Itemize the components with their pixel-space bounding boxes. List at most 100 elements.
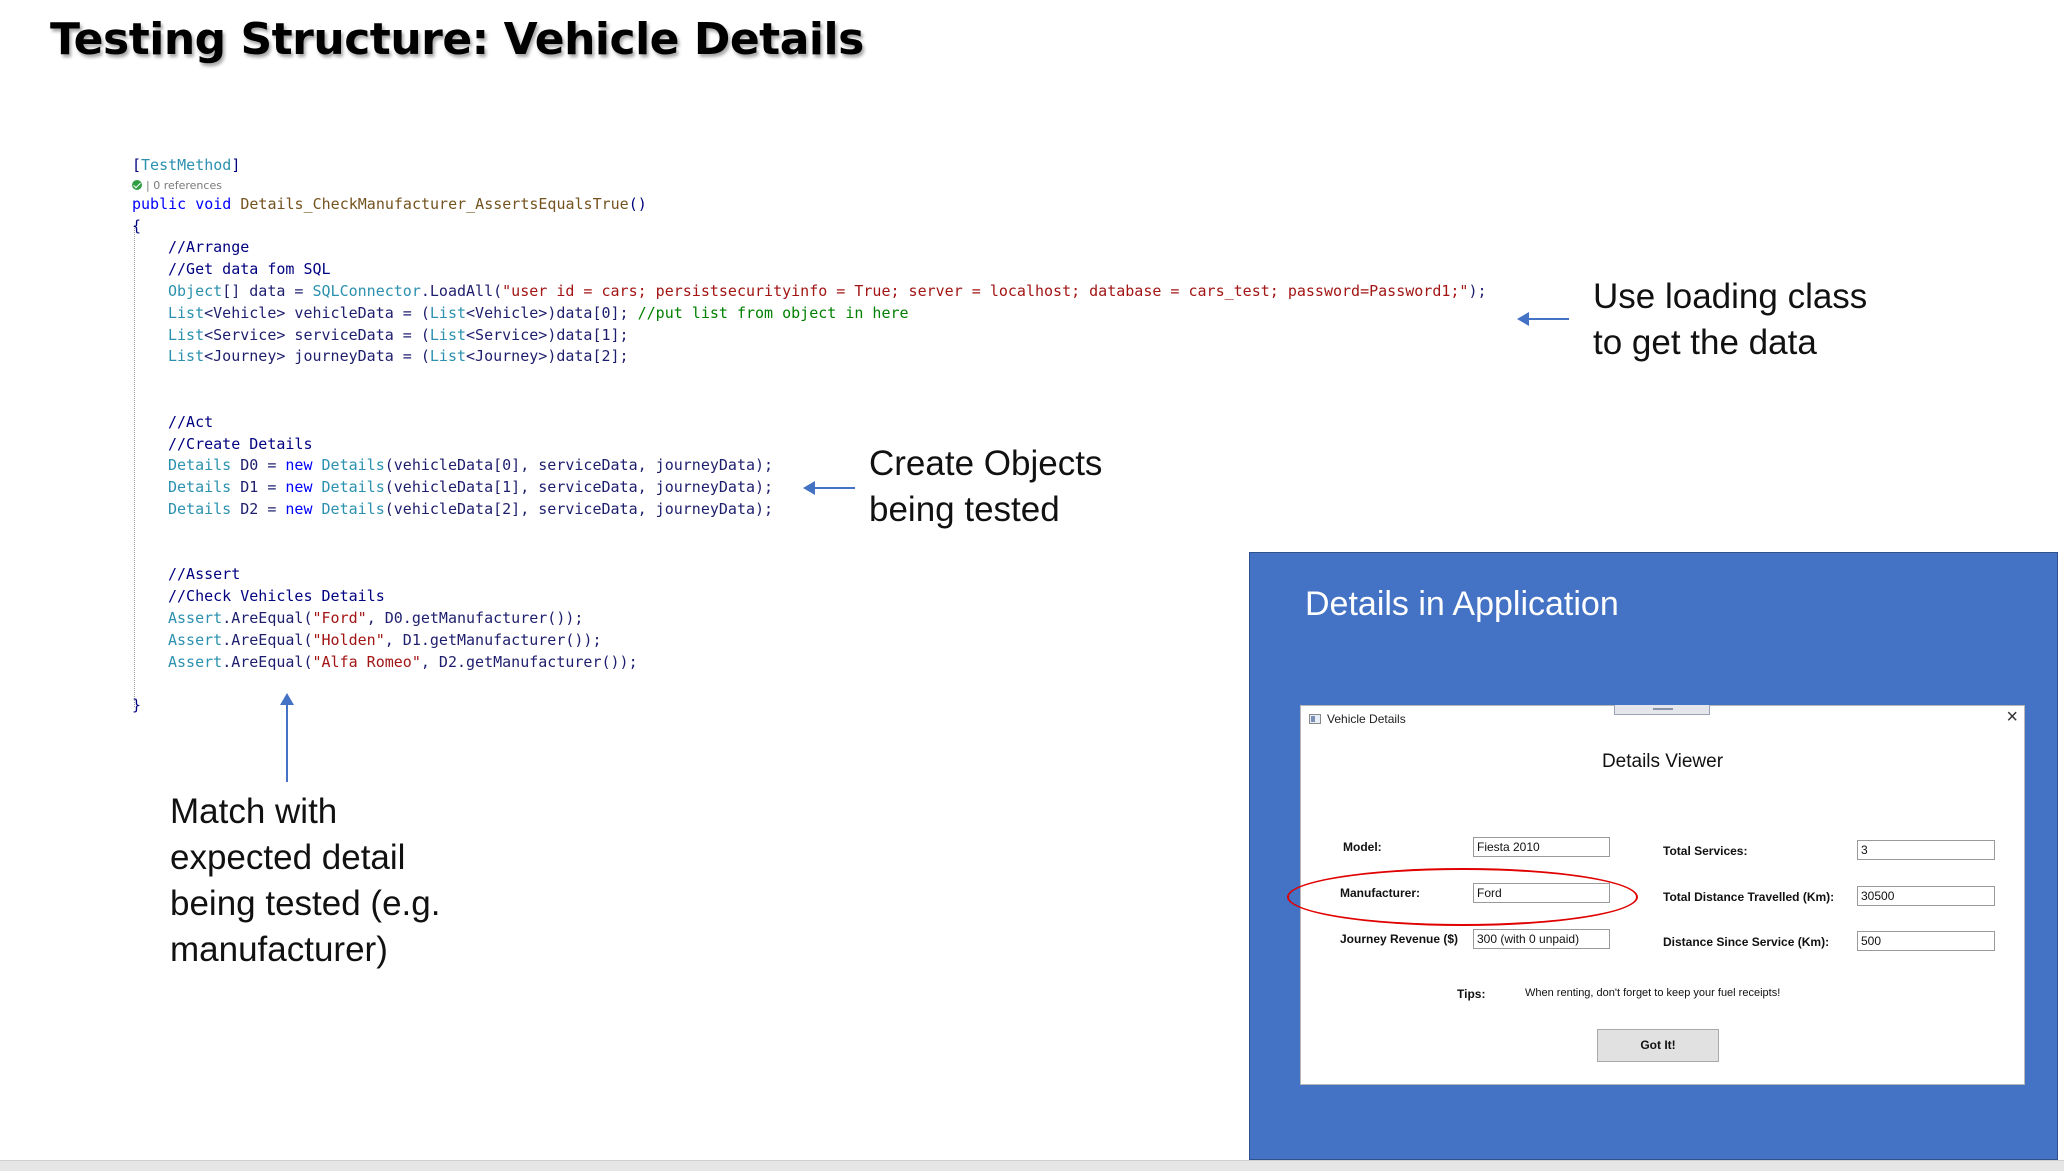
details-panel: Details in Application Vehicle Details ×… (1249, 552, 2058, 1160)
window-icon (1309, 714, 1321, 724)
code-text: , D1.getManufacturer()); (384, 630, 602, 649)
annotation-text: expected detail (170, 838, 406, 877)
code-text: .AreEqual( (222, 652, 313, 671)
code-text: D2 = (231, 499, 286, 518)
got-it-button[interactable]: Got It! (1597, 1029, 1719, 1062)
code-line-d0: Details D0 = new Details(vehicleData[0],… (132, 455, 1552, 477)
attribute-name: TestMethod (141, 156, 232, 174)
code-text: serviceData = ( (285, 325, 430, 344)
annotation-text: Use loading class (1593, 277, 1868, 316)
code-gap (132, 390, 1552, 412)
slide-title: Testing Structure: Vehicle Details (50, 14, 864, 65)
journey-revenue-label: Journey Revenue ($) (1340, 932, 1459, 946)
code-comment-getdata: //Get data fom SQL (168, 260, 331, 279)
tips-label: Tips: (1457, 987, 1486, 1001)
total-services-field[interactable]: 3 (1857, 840, 1995, 860)
annotation-text: Create Objects (869, 444, 1103, 483)
type-arg: <Journey> (204, 347, 286, 366)
tips-text: When renting, don't forget to keep your … (1525, 987, 1781, 999)
distance-since-service-label: Distance Since Service (Km): (1663, 935, 1830, 949)
arrow-left-icon (1517, 312, 1569, 326)
string-literal: "user id = cars; persistsecurityinfo = T… (502, 281, 1469, 300)
manufacturer-highlight (1287, 868, 1638, 926)
viewer-heading: Details Viewer (1601, 751, 1724, 772)
window-drag-handle[interactable] (1614, 705, 1710, 715)
annotation-text: being tested (869, 490, 1060, 529)
close-icon[interactable]: × (2006, 706, 2018, 729)
code-text: .AreEqual( (222, 630, 313, 649)
arrow-left-icon (803, 481, 855, 495)
total-services-label: Total Services: (1663, 844, 1748, 858)
type: List (429, 303, 467, 322)
method-name: Details_CheckManufacturer_AssertsEqualsT… (240, 194, 629, 213)
annotation-loading: Use loading class to get the data (1593, 274, 1867, 366)
type-arg: <Service> (466, 325, 548, 344)
code-text: (vehicleData[2], serviceData, journeyDat… (384, 499, 774, 518)
code-line-loadall: Object[] data = SQLConnector.LoadAll("us… (132, 281, 1552, 303)
type: List (168, 347, 205, 366)
type: List (429, 347, 467, 366)
check-icon (132, 179, 142, 190)
code-line-journeydata: List<Journey> journeyData = (List<Journe… (132, 346, 1552, 368)
code-comment-act: //Act (168, 412, 214, 431)
code-text: )data[1]; (547, 325, 629, 344)
window-title: Vehicle Details (1327, 712, 1406, 726)
code-line-open-brace: { (132, 216, 142, 235)
type: Details (321, 499, 385, 518)
code-text: , D0.getManufacturer()); (366, 608, 584, 627)
model-field[interactable]: Fiesta 2010 (1473, 837, 1610, 857)
code-text: )data[0]; (547, 303, 638, 322)
parens: () (628, 194, 647, 213)
type: SQLConnector (312, 281, 421, 300)
type: Details (321, 478, 385, 497)
total-distance-label: Total Distance Travelled (Km): (1663, 890, 1835, 904)
type: Assert (168, 652, 223, 671)
code-text: D1 = (231, 478, 286, 497)
code-text: )data[2]; (547, 347, 629, 366)
keyword: new (285, 499, 322, 518)
string-literal: "Holden" (312, 630, 385, 649)
type-arg: <Journey> (466, 347, 548, 366)
type: List (168, 325, 205, 344)
type: Assert (168, 608, 223, 627)
type: Details (321, 456, 385, 475)
annotation-create: Create Objects being tested (869, 441, 1102, 533)
journey-revenue-field[interactable]: 300 (with 0 unpaid) (1473, 929, 1610, 949)
bracket: [ (132, 156, 142, 174)
type: Details (168, 456, 232, 475)
code-gap (132, 368, 1552, 390)
code-text: [] data = (222, 281, 313, 300)
code-text: D0 = (231, 456, 286, 475)
code-line-vehicledata: List<Vehicle> vehicleData = (List<Vehicl… (132, 303, 1552, 325)
code-text: .LoadAll( (420, 281, 503, 300)
keyword: new (285, 478, 322, 497)
code-text: (vehicleData[1], serviceData, journeyDat… (384, 478, 774, 497)
type-arg: <Service> (204, 325, 286, 344)
type: Object (168, 281, 223, 300)
code-line-attribute: [TestMethod] (132, 155, 1552, 177)
annotation-match: Match with expected detail being tested … (170, 789, 440, 973)
code-references[interactable]: | 0 references (132, 177, 1552, 194)
code-text: journeyData = ( (285, 347, 430, 366)
type: List (168, 303, 205, 322)
comment: //put list from object in here (637, 303, 909, 322)
type: Assert (168, 630, 223, 649)
code-text: .AreEqual( (222, 608, 313, 627)
annotation-text: being tested (e.g. (170, 884, 441, 923)
code-line-d2: Details D2 = new Details(vehicleData[2],… (132, 499, 1552, 521)
code-text: (vehicleData[0], serviceData, journeyDat… (384, 456, 774, 475)
total-distance-field[interactable]: 30500 (1857, 886, 1995, 906)
code-text: , D2.getManufacturer()); (420, 652, 638, 671)
type: Details (168, 478, 232, 497)
panel-title: Details in Application (1305, 585, 1619, 623)
code-line-servicedata: List<Service> serviceData = (List<Servic… (132, 325, 1552, 347)
type-arg: <Vehicle> (204, 303, 286, 322)
annotation-text: manufacturer) (170, 930, 388, 969)
code-line-signature: public void Details_CheckManufacturer_As… (132, 194, 1552, 216)
references-label[interactable]: | 0 references (146, 179, 222, 192)
bottom-scrollbar[interactable] (0, 1160, 2064, 1171)
annotation-text: Match with (170, 792, 338, 831)
type-arg: <Vehicle> (466, 303, 548, 322)
distance-since-service-field[interactable]: 500 (1857, 931, 1995, 951)
code-text: vehicleData = ( (285, 303, 430, 322)
